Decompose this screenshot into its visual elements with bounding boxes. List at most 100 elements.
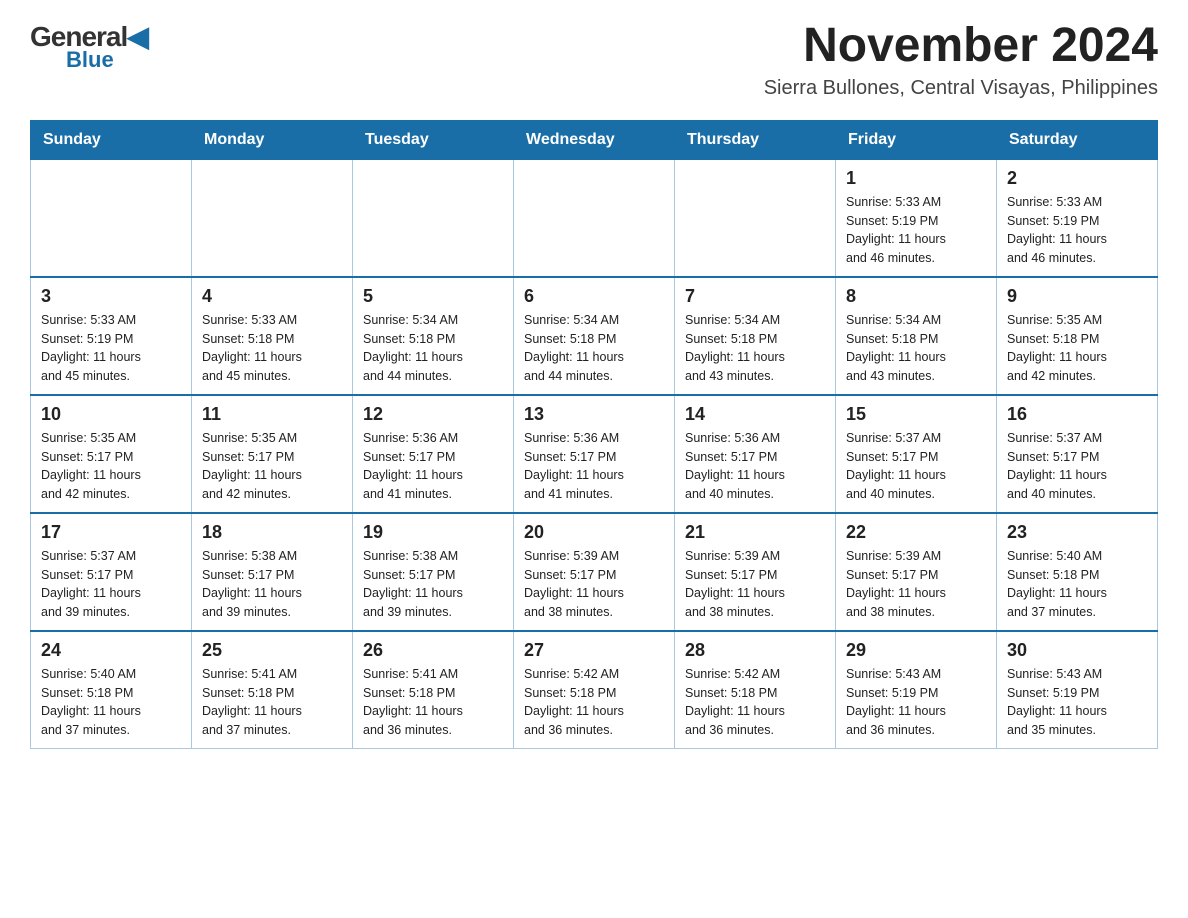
- calendar-week-row: 24 Sunrise: 5:40 AMSunset: 5:18 PMDayligh…: [31, 631, 1158, 749]
- calendar-cell: 27Sunrise: 5:42 AMSunset: 5:18 PMDayligh…: [514, 631, 675, 749]
- calendar-cell: 11 Sunrise: 5:35 AMSunset: 5:17 PMDayligh…: [192, 395, 353, 513]
- calendar-cell: 3Sunrise: 5:33 AMSunset: 5:19 PMDaylight…: [31, 277, 192, 395]
- header-wednesday: Wednesday: [514, 120, 675, 159]
- calendar-cell: 8 Sunrise: 5:34 AMSunset: 5:18 PMDaylight…: [836, 277, 997, 395]
- header-thursday: Thursday: [675, 120, 836, 159]
- calendar-cell: 29 Sunrise: 5:43 AMSunset: 5:19 PMDayligh…: [836, 631, 997, 749]
- header-saturday: Saturday: [997, 120, 1158, 159]
- calendar-cell: 16 Sunrise: 5:37 AMSunset: 5:17 PMDayligh…: [997, 395, 1158, 513]
- day-number: 27: [524, 640, 664, 661]
- sun-info: Sunrise: 5:36 AMSunset: 5:17 PMDaylight:…: [363, 429, 503, 504]
- sun-info: Sunrise: 5:34 AMSunset: 5:18 PMDaylight:…: [846, 311, 986, 386]
- calendar-cell: 5Sunrise: 5:34 AMSunset: 5:18 PMDaylight…: [353, 277, 514, 395]
- sun-info: Sunrise: 5:43 AMSunset: 5:19 PMDaylight:…: [846, 665, 986, 740]
- day-number: 20: [524, 522, 664, 543]
- sun-info: Sunrise: 5:39 AMSunset: 5:17 PMDaylight:…: [524, 547, 664, 622]
- header-tuesday: Tuesday: [353, 120, 514, 159]
- day-number: 12: [363, 404, 503, 425]
- page-header: General◀ Blue November 2024 Sierra Bullo…: [30, 20, 1158, 100]
- calendar-cell: 25 Sunrise: 5:41 AMSunset: 5:18 PMDayligh…: [192, 631, 353, 749]
- sun-info: Sunrise: 5:34 AMSunset: 5:18 PMDaylight:…: [524, 311, 664, 386]
- calendar-cell: [675, 159, 836, 277]
- sun-info: Sunrise: 5:33 AMSunset: 5:18 PMDaylight:…: [202, 311, 342, 386]
- calendar-week-row: 17 Sunrise: 5:37 AMSunset: 5:17 PMDayligh…: [31, 513, 1158, 631]
- sun-info: Sunrise: 5:33 AMSunset: 5:19 PMDaylight:…: [1007, 193, 1147, 268]
- header-sunday: Sunday: [31, 120, 192, 159]
- day-number: 24: [41, 640, 181, 661]
- sun-info: Sunrise: 5:39 AMSunset: 5:17 PMDaylight:…: [846, 547, 986, 622]
- calendar-header-row: SundayMondayTuesdayWednesdayThursdayFrid…: [31, 120, 1158, 159]
- day-number: 8: [846, 286, 986, 307]
- day-number: 6: [524, 286, 664, 307]
- logo: General◀ Blue: [30, 20, 148, 73]
- day-number: 26: [363, 640, 503, 661]
- sun-info: Sunrise: 5:38 AMSunset: 5:17 PMDaylight:…: [202, 547, 342, 622]
- calendar-cell: [514, 159, 675, 277]
- sun-info: Sunrise: 5:34 AMSunset: 5:18 PMDaylight:…: [685, 311, 825, 386]
- calendar-cell: 18 Sunrise: 5:38 AMSunset: 5:17 PMDayligh…: [192, 513, 353, 631]
- sun-info: Sunrise: 5:37 AMSunset: 5:17 PMDaylight:…: [1007, 429, 1147, 504]
- day-number: 15: [846, 404, 986, 425]
- calendar-cell: 12 Sunrise: 5:36 AMSunset: 5:17 PMDayligh…: [353, 395, 514, 513]
- calendar-cell: 30Sunrise: 5:43 AMSunset: 5:19 PMDayligh…: [997, 631, 1158, 749]
- day-number: 9: [1007, 286, 1147, 307]
- sun-info: Sunrise: 5:38 AMSunset: 5:17 PMDaylight:…: [363, 547, 503, 622]
- calendar-cell: [31, 159, 192, 277]
- sun-info: Sunrise: 5:43 AMSunset: 5:19 PMDaylight:…: [1007, 665, 1147, 740]
- calendar-week-row: 1 Sunrise: 5:33 AMSunset: 5:19 PMDaylight…: [31, 159, 1158, 277]
- day-number: 25: [202, 640, 342, 661]
- location-subtitle: Sierra Bullones, Central Visayas, Philip…: [764, 77, 1158, 100]
- calendar-cell: 22 Sunrise: 5:39 AMSunset: 5:17 PMDayligh…: [836, 513, 997, 631]
- sun-info: Sunrise: 5:37 AMSunset: 5:17 PMDaylight:…: [41, 547, 181, 622]
- calendar-cell: 23 Sunrise: 5:40 AMSunset: 5:18 PMDayligh…: [997, 513, 1158, 631]
- calendar-cell: 10Sunrise: 5:35 AMSunset: 5:17 PMDayligh…: [31, 395, 192, 513]
- day-number: 1: [846, 168, 986, 189]
- day-number: 19: [363, 522, 503, 543]
- day-number: 10: [41, 404, 181, 425]
- calendar-cell: 9Sunrise: 5:35 AMSunset: 5:18 PMDaylight…: [997, 277, 1158, 395]
- day-number: 22: [846, 522, 986, 543]
- calendar-table: SundayMondayTuesdayWednesdayThursdayFrid…: [30, 120, 1158, 749]
- calendar-cell: 4 Sunrise: 5:33 AMSunset: 5:18 PMDaylight…: [192, 277, 353, 395]
- day-number: 13: [524, 404, 664, 425]
- logo-blue-text: Blue: [66, 47, 114, 73]
- day-number: 29: [846, 640, 986, 661]
- calendar-cell: [192, 159, 353, 277]
- day-number: 18: [202, 522, 342, 543]
- title-section: November 2024 Sierra Bullones, Central V…: [764, 20, 1158, 100]
- day-number: 16: [1007, 404, 1147, 425]
- calendar-week-row: 3Sunrise: 5:33 AMSunset: 5:19 PMDaylight…: [31, 277, 1158, 395]
- day-number: 14: [685, 404, 825, 425]
- day-number: 17: [41, 522, 181, 543]
- calendar-cell: 15Sunrise: 5:37 AMSunset: 5:17 PMDayligh…: [836, 395, 997, 513]
- calendar-cell: 14 Sunrise: 5:36 AMSunset: 5:17 PMDayligh…: [675, 395, 836, 513]
- sun-info: Sunrise: 5:36 AMSunset: 5:17 PMDaylight:…: [685, 429, 825, 504]
- calendar-cell: 24 Sunrise: 5:40 AMSunset: 5:18 PMDayligh…: [31, 631, 192, 749]
- sun-info: Sunrise: 5:33 AMSunset: 5:19 PMDaylight:…: [846, 193, 986, 268]
- day-number: 11: [202, 404, 342, 425]
- sun-info: Sunrise: 5:41 AMSunset: 5:18 PMDaylight:…: [363, 665, 503, 740]
- calendar-cell: 1 Sunrise: 5:33 AMSunset: 5:19 PMDaylight…: [836, 159, 997, 277]
- calendar-cell: 28 Sunrise: 5:42 AMSunset: 5:18 PMDayligh…: [675, 631, 836, 749]
- calendar-week-row: 10 Sunrise: 5:35 AMSunset: 5:17 PMDayligh…: [31, 395, 1158, 513]
- calendar-cell: 21Sunrise: 5:39 AMSunset: 5:17 PMDayligh…: [675, 513, 836, 631]
- header-monday: Monday: [192, 120, 353, 159]
- sun-info: Sunrise: 5:40 AMSunset: 5:18 PMDaylight:…: [41, 665, 181, 740]
- sun-info: Sunrise: 5:40 AMSunset: 5:18 PMDaylight:…: [1007, 547, 1147, 622]
- calendar-cell: 17 Sunrise: 5:37 AMSunset: 5:17 PMDayligh…: [31, 513, 192, 631]
- sun-info: Sunrise: 5:35 AMSunset: 5:17 PMDaylight:…: [202, 429, 342, 504]
- day-number: 4: [202, 286, 342, 307]
- calendar-cell: 6 Sunrise: 5:34 AMSunset: 5:18 PMDaylight…: [514, 277, 675, 395]
- sun-info: Sunrise: 5:42 AMSunset: 5:18 PMDaylight:…: [685, 665, 825, 740]
- month-title: November 2024: [764, 20, 1158, 73]
- day-number: 21: [685, 522, 825, 543]
- calendar-cell: [353, 159, 514, 277]
- day-number: 28: [685, 640, 825, 661]
- sun-info: Sunrise: 5:41 AMSunset: 5:18 PMDaylight:…: [202, 665, 342, 740]
- sun-info: Sunrise: 5:36 AMSunset: 5:17 PMDaylight:…: [524, 429, 664, 504]
- calendar-cell: 2Sunrise: 5:33 AMSunset: 5:19 PMDaylight…: [997, 159, 1158, 277]
- day-number: 23: [1007, 522, 1147, 543]
- sun-info: Sunrise: 5:33 AMSunset: 5:19 PMDaylight:…: [41, 311, 181, 386]
- logo-triangle-icon: ◀: [127, 21, 148, 52]
- calendar-cell: 13 Sunrise: 5:36 AMSunset: 5:17 PMDayligh…: [514, 395, 675, 513]
